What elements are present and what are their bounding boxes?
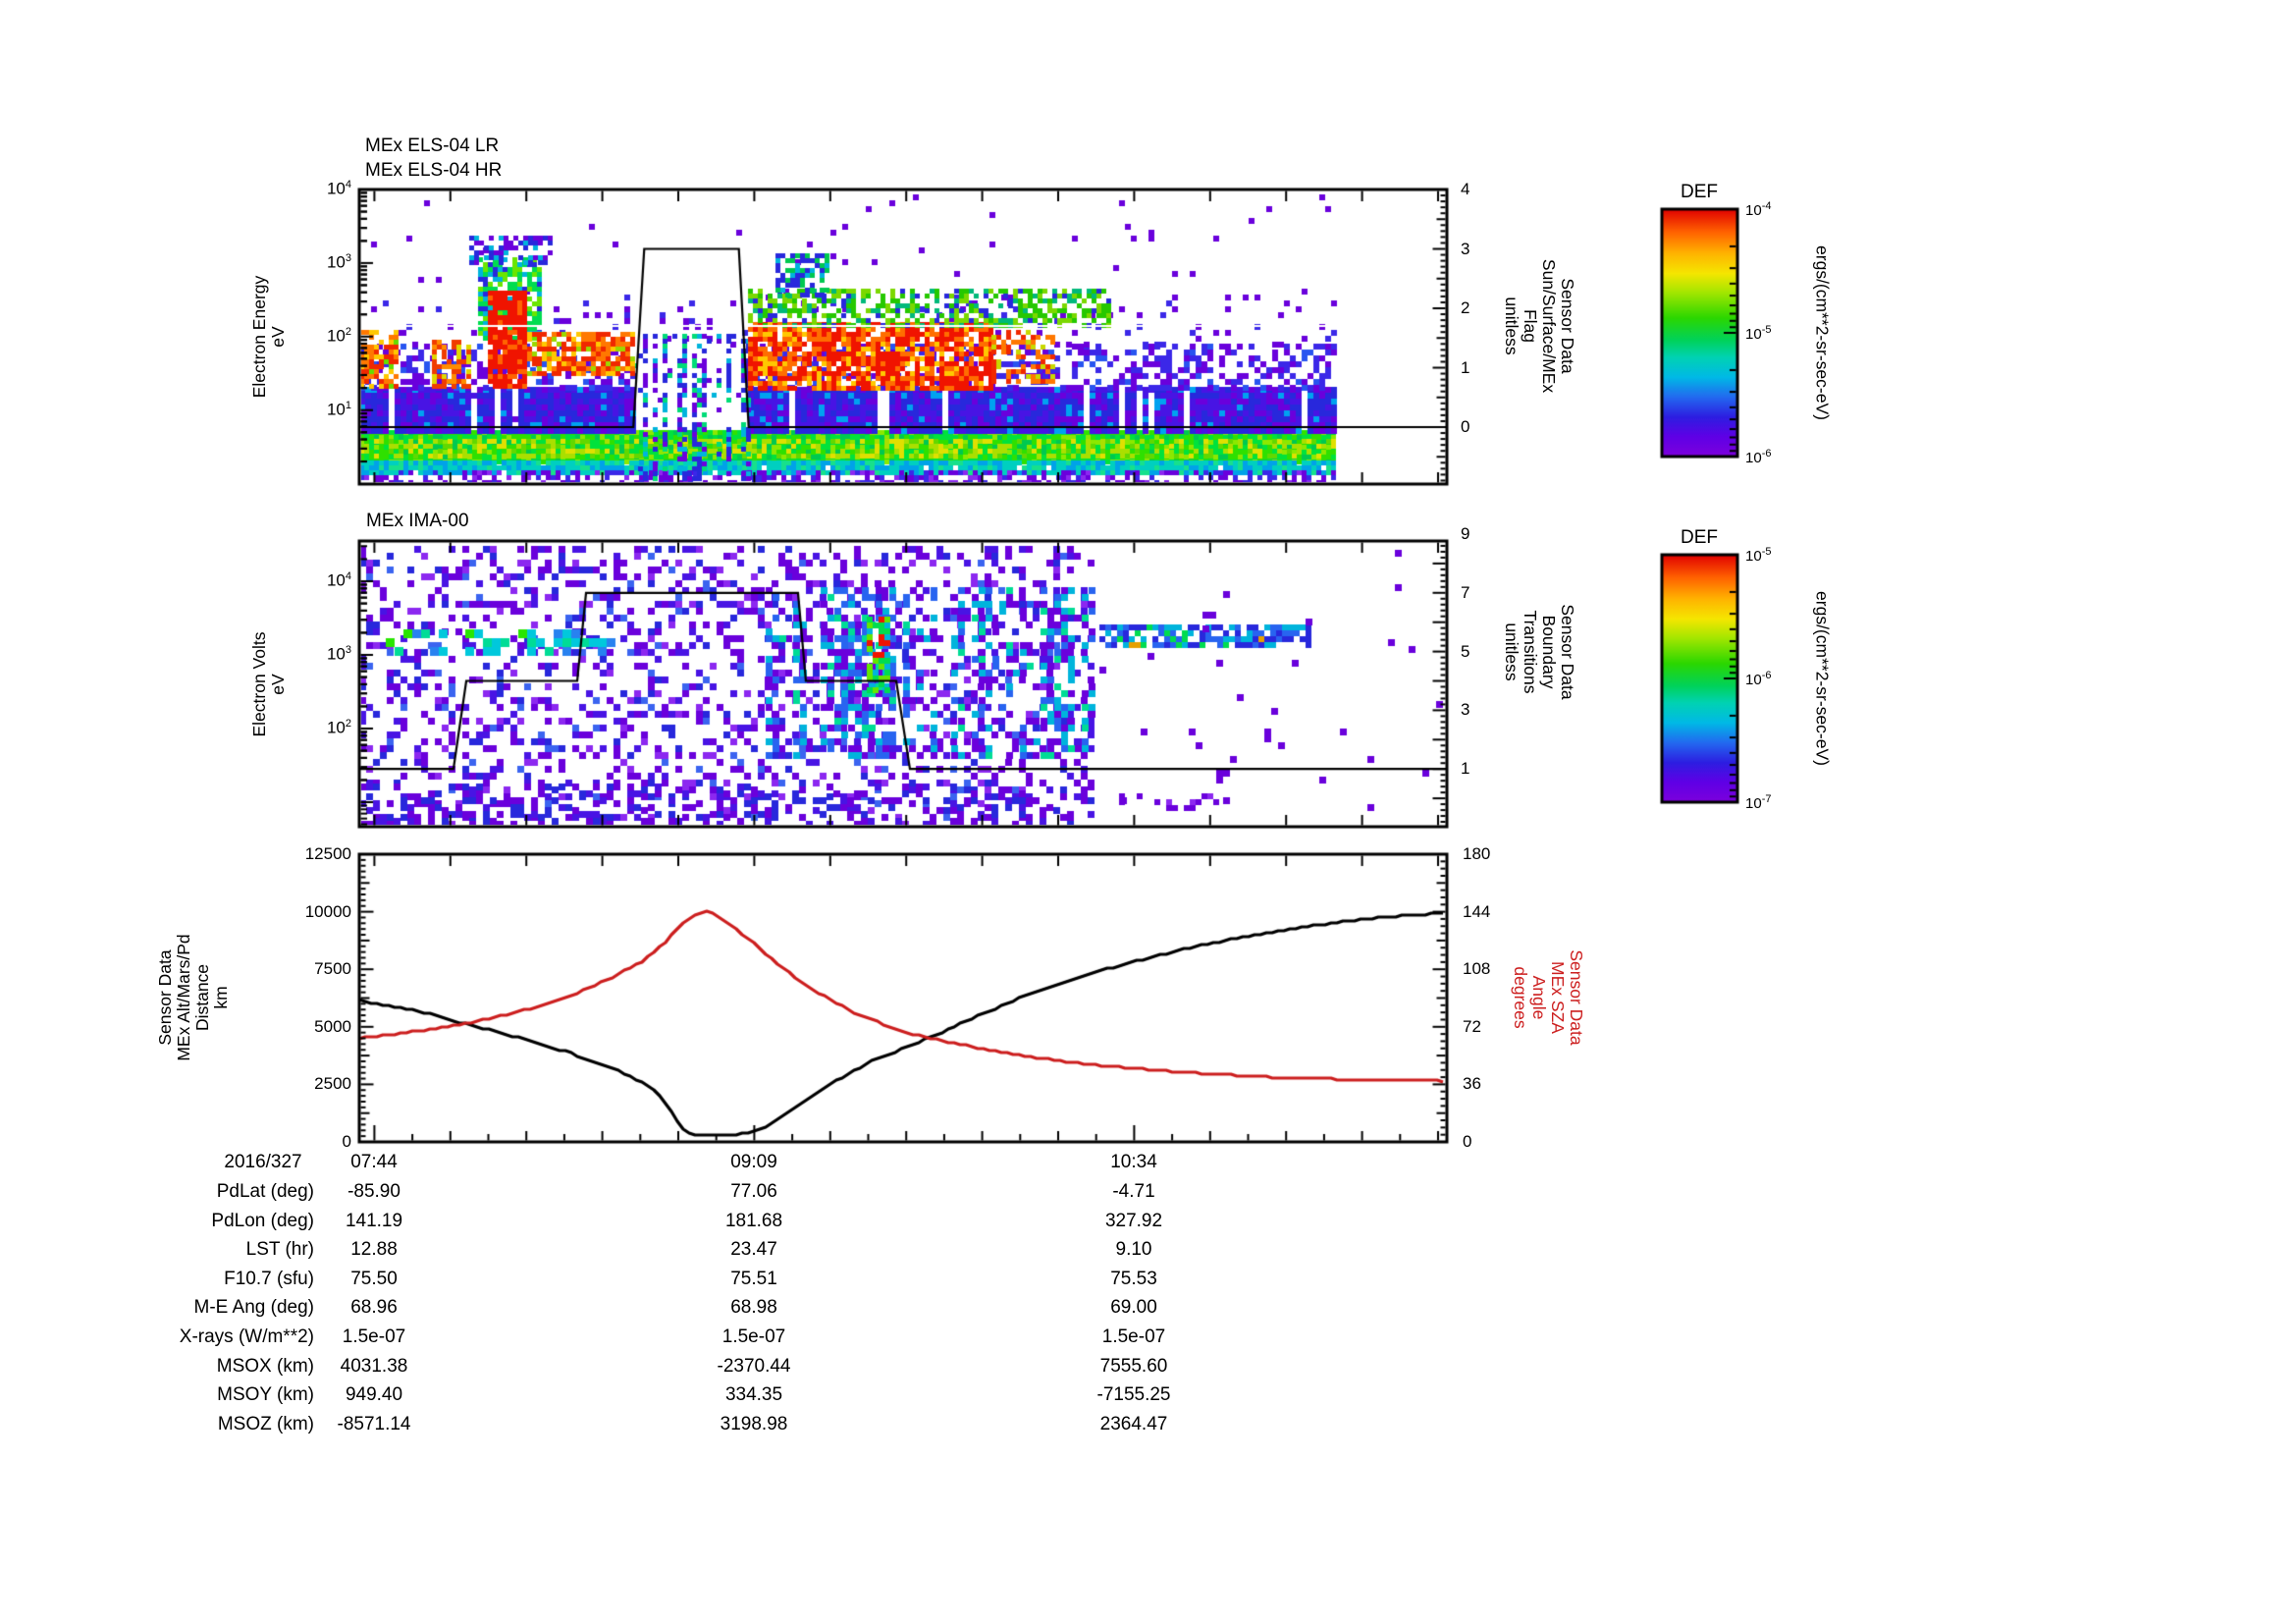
distance-axis-tick-label: 2500 <box>314 1074 351 1094</box>
table-cell-value: 1.5e-07 <box>721 1326 786 1347</box>
colorbar-tick-label: 10-7 <box>1745 793 1772 812</box>
colorbar2-unit-label: ergs/(cm**2-sr-sec-eV) <box>1812 591 1833 766</box>
table-cell-value: 77.06 <box>730 1181 777 1202</box>
boundary-axis-tick-label: 5 <box>1461 641 1470 661</box>
table-cell-value: 75.51 <box>730 1268 777 1289</box>
table-cell-value: -7155.25 <box>1096 1384 1171 1406</box>
plot-page: MEx ELS-04 LR MEx ELS-04 HR MEx IMA-00 D… <box>0 0 2296 1623</box>
table-cell-value: 334.35 <box>724 1384 783 1406</box>
table-row-label: PdLon (deg) <box>211 1210 314 1231</box>
table-cell-value: 949.40 <box>345 1384 403 1406</box>
sza-axis-tick-label: 180 <box>1463 844 1491 863</box>
distance-axis-tick-label: 0 <box>342 1132 351 1151</box>
table-row-label: LST (hr) <box>245 1239 314 1261</box>
colorbar-tick-label: 10-6 <box>1745 448 1772 466</box>
yaxis-tick-label: 102 <box>326 325 351 346</box>
flag-axis-tick-label: 3 <box>1461 239 1470 258</box>
table-cell-value: 69.00 <box>1110 1297 1157 1319</box>
colorbar-tick-label: 10-5 <box>1745 546 1772 565</box>
yaxis-tick-label: 104 <box>326 179 351 198</box>
table-cell-value: 3198.98 <box>720 1413 788 1434</box>
distance-axis-tick-label: 5000 <box>314 1016 351 1036</box>
yaxis-tick-label: 103 <box>326 251 351 272</box>
panel2-ylabel: Electron Volts eV <box>249 631 288 737</box>
flag-axis-tick-label: 0 <box>1461 417 1470 436</box>
colorbar1-unit-label: ergs/(cm**2-sr-sec-eV) <box>1812 245 1833 420</box>
time-label-1: 09:09 <box>730 1152 777 1172</box>
boundary-axis-tick-label: 7 <box>1461 582 1470 602</box>
distance-axis-tick-label: 7500 <box>314 959 351 979</box>
table-row-label: MSOY (km) <box>217 1384 314 1406</box>
flag-axis-tick-label: 2 <box>1461 298 1470 317</box>
table-row-label: F10.7 (sfu) <box>224 1268 314 1289</box>
table-cell-value: 75.53 <box>1110 1268 1157 1289</box>
table-cell-value: 141.19 <box>345 1210 403 1231</box>
table-cell-value: 1.5e-07 <box>1101 1326 1166 1347</box>
panel2-right-label: Sensor Data Boundary Transitions unitless <box>1502 604 1577 700</box>
table-cell-value: -8571.14 <box>337 1413 411 1434</box>
table-cell-value: 9.10 <box>1115 1239 1152 1261</box>
date-label: 2016/327 <box>224 1152 302 1172</box>
panel1-right-label: Sensor Data Sun/Surface/MEx Flag unitless <box>1502 258 1577 394</box>
table-cell-value: 327.92 <box>1104 1210 1163 1231</box>
table-cell-value: 2364.47 <box>1099 1413 1168 1434</box>
table-cell-value: 181.68 <box>724 1210 783 1231</box>
table-cell-value: 68.98 <box>730 1297 777 1319</box>
colorbar2-title: DEF <box>1681 527 1718 548</box>
panel1-title-line1: MEx ELS-04 LR <box>365 135 500 156</box>
sza-axis-tick-label: 36 <box>1463 1074 1481 1094</box>
colorbar1-title: DEF <box>1681 182 1718 202</box>
table-cell-value: 68.96 <box>350 1297 398 1319</box>
table-row-label: X-rays (W/m**2) <box>179 1326 314 1347</box>
labels-overlay: MEx ELS-04 LR MEx ELS-04 HR MEx IMA-00 D… <box>0 0 2296 1623</box>
sza-axis-tick-label: 108 <box>1463 959 1491 979</box>
table-cell-value: 23.47 <box>730 1239 777 1261</box>
distance-axis-tick-label: 10000 <box>304 901 351 921</box>
table-cell-value: 75.50 <box>350 1268 398 1289</box>
sza-axis-tick-label: 72 <box>1463 1016 1481 1036</box>
table-cell-value: -4.71 <box>1112 1181 1155 1202</box>
table-row-label: PdLat (deg) <box>216 1181 314 1202</box>
panel1-ylabel: Electron Energy eV <box>249 275 288 399</box>
boundary-axis-tick-label: 9 <box>1461 524 1470 543</box>
table-cell-value: 4031.38 <box>340 1355 408 1377</box>
flag-axis-tick-label: 1 <box>1461 357 1470 377</box>
boundary-axis-tick-label: 1 <box>1461 759 1470 779</box>
yaxis-tick-label: 103 <box>326 644 351 664</box>
time-label-2: 10:34 <box>1110 1152 1157 1172</box>
panel2-title: MEx IMA-00 <box>366 511 469 531</box>
yaxis-tick-label: 101 <box>326 399 351 419</box>
time-label-0: 07:44 <box>350 1152 398 1172</box>
yaxis-tick-label: 104 <box>326 570 351 590</box>
panel3-sza-label: Sensor Data MEx SZA Angle degrees <box>1511 949 1586 1046</box>
table-cell-value: 7555.60 <box>1099 1355 1168 1377</box>
panel1-title-line2: MEx ELS-04 HR <box>365 160 503 181</box>
colorbar-tick-label: 10-5 <box>1745 324 1772 343</box>
colorbar-tick-label: 10-4 <box>1745 200 1772 219</box>
table-cell-value: -2370.44 <box>717 1355 791 1377</box>
colorbar-tick-label: 10-6 <box>1745 670 1772 688</box>
boundary-axis-tick-label: 3 <box>1461 700 1470 720</box>
table-cell-value: -85.90 <box>347 1181 400 1202</box>
flag-axis-tick-label: 4 <box>1461 180 1470 198</box>
sza-axis-tick-label: 144 <box>1463 901 1491 921</box>
panel3-ylabel: Sensor Data MEx Alt/Mars/Pd Distance km <box>155 934 231 1061</box>
table-row-label: M-E Ang (deg) <box>193 1297 315 1319</box>
table-cell-value: 1.5e-07 <box>342 1326 406 1347</box>
table-row-label: MSOZ (km) <box>217 1413 314 1434</box>
distance-axis-tick-label: 12500 <box>304 844 351 863</box>
table-row-label: MSOX (km) <box>216 1355 314 1377</box>
table-cell-value: 12.88 <box>350 1239 398 1261</box>
yaxis-tick-label: 102 <box>326 718 351 737</box>
sza-axis-tick-label: 0 <box>1463 1132 1472 1151</box>
